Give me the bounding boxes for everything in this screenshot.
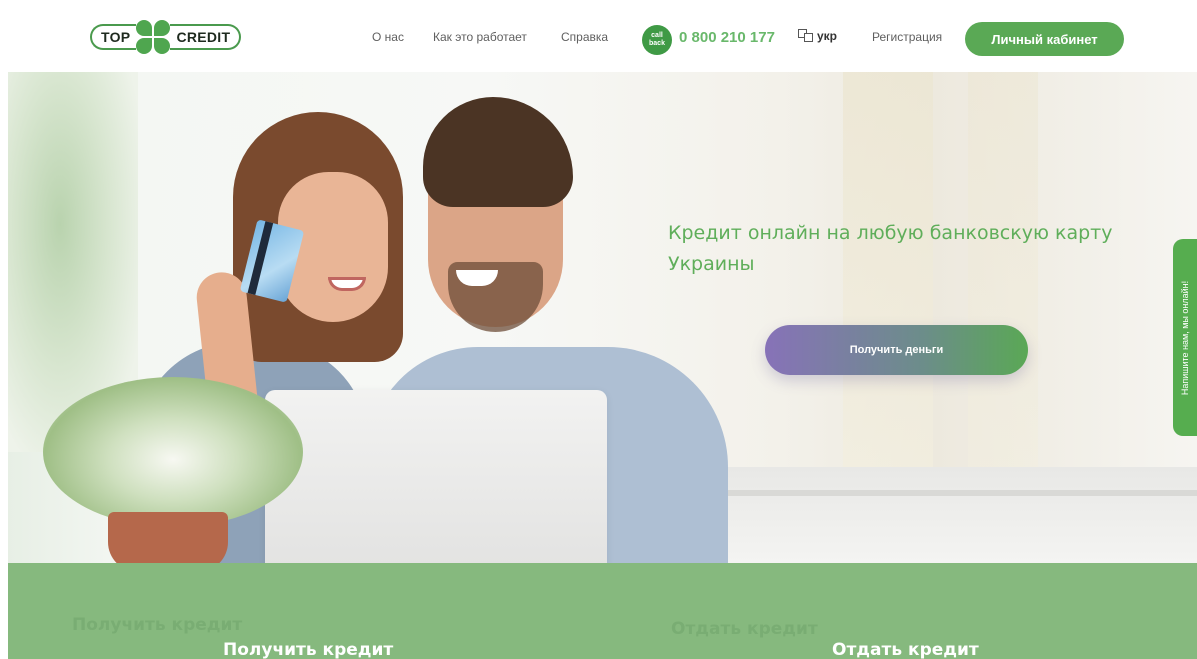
nav-how-it-works[interactable]: Как это работает <box>433 30 527 44</box>
clover-icon <box>136 20 171 54</box>
page: TOP CREDIT О нас Как это работает Справк… <box>0 0 1197 659</box>
laptop-image <box>265 390 607 564</box>
site-header: TOP CREDIT О нас Как это работает Справк… <box>0 0 1197 72</box>
language-label: укр <box>817 29 838 43</box>
callback-icon[interactable]: call back <box>642 25 672 55</box>
callback-label-call: call <box>651 32 663 39</box>
nav-help[interactable]: Справка <box>561 30 608 44</box>
hero-banner: Кредит онлайн на любую банковскую карту … <box>8 72 1197 564</box>
chat-widget-tab[interactable]: Напишите нам, мы онлайн! <box>1173 239 1197 436</box>
get-money-button[interactable]: Получить деньги <box>765 325 1028 375</box>
background-rail <box>728 490 1197 496</box>
logo-text-credit: CREDIT <box>170 24 242 50</box>
man-hair <box>423 97 573 207</box>
language-switch[interactable]: укр <box>798 29 837 43</box>
chat-widget-label: Напишите нам, мы онлайн! <box>1180 280 1190 395</box>
services-band: Получить кредит Получить кредит Отдать к… <box>8 563 1197 659</box>
translate-icon <box>798 29 814 43</box>
register-link[interactable]: Регистрация <box>872 30 942 44</box>
flower-pot-image <box>108 512 228 564</box>
top-credit-logo[interactable]: TOP CREDIT <box>90 20 242 54</box>
phone-number[interactable]: 0 800 210 177 <box>679 29 775 46</box>
repay-credit-ghost-heading: Отдать кредит <box>671 619 818 639</box>
nav-about[interactable]: О нас <box>372 30 404 44</box>
get-credit-ghost-heading: Получить кредит <box>72 615 243 635</box>
logo-text-top: TOP <box>90 24 137 50</box>
get-credit-link[interactable]: Получить кредит <box>223 640 393 659</box>
callback-label-back: back <box>649 40 665 47</box>
repay-credit-link[interactable]: Отдать кредит <box>832 640 979 659</box>
hero-title: Кредит онлайн на любую банковскую карту … <box>668 222 1113 275</box>
flower-plant-image <box>43 377 303 527</box>
personal-cabinet-button[interactable]: Личный кабинет <box>965 22 1124 56</box>
